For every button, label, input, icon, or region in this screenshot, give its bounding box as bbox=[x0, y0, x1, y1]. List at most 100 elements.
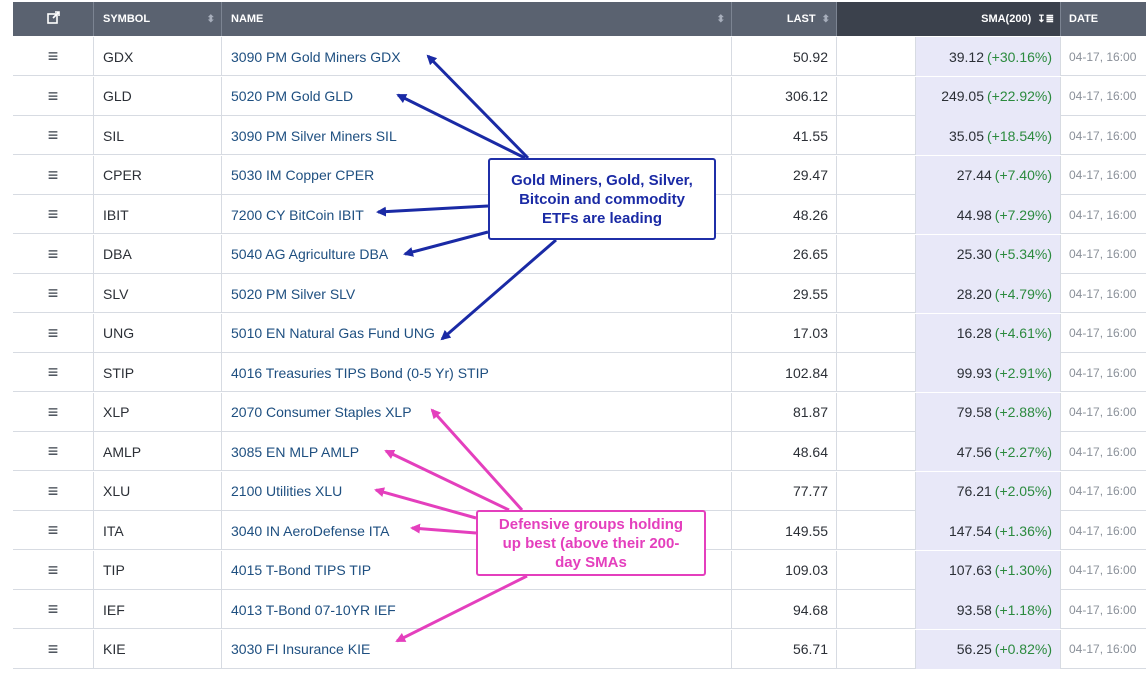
row-menu-icon[interactable]: ≡ bbox=[13, 353, 94, 392]
spacer-cell bbox=[837, 76, 916, 116]
popout-column-header[interactable] bbox=[13, 2, 94, 36]
row-menu-icon[interactable]: ≡ bbox=[13, 274, 94, 313]
popout-icon[interactable] bbox=[46, 11, 60, 27]
symbol-text: IBIT bbox=[103, 206, 129, 223]
symbol-cell: IEF bbox=[94, 590, 222, 629]
row-menu-icon[interactable]: ≡ bbox=[13, 432, 94, 471]
symbol-cell: ITA bbox=[94, 511, 222, 550]
spacer-cell bbox=[837, 274, 916, 313]
name-link[interactable]: 3085 EN MLP AMLP bbox=[231, 444, 359, 460]
symbol-column-header[interactable]: SYMBOL ⬍ bbox=[94, 2, 222, 36]
name-column-header[interactable]: NAME ⬍ bbox=[222, 2, 732, 36]
symbol-cell: GDX bbox=[94, 37, 222, 76]
sort-descending-icon[interactable]: ↧≣ bbox=[1037, 14, 1054, 25]
table-row[interactable]: ≡ AMLP 3085 EN MLP AMLP 48.64 47.56 (+2.27%) 0… bbox=[13, 432, 1146, 471]
name-link[interactable]: 3090 PM Gold Miners GDX bbox=[231, 49, 401, 65]
name-cell[interactable]: 5010 EN Natural Gas Fund UNG bbox=[222, 313, 732, 353]
name-link[interactable]: 7200 CY BitCoin IBIT bbox=[231, 207, 364, 223]
row-menu-icon[interactable]: ≡ bbox=[13, 234, 94, 274]
last-column-header[interactable]: LAST ⬍ bbox=[732, 2, 837, 36]
sma-cell: 93.58 (+1.18%) bbox=[916, 590, 1061, 629]
name-cell[interactable]: 5020 PM Silver SLV bbox=[222, 274, 732, 313]
sma-cell: 35.05 (+18.54%) bbox=[916, 116, 1061, 155]
date-cell: 04-17, 16:00 bbox=[1061, 156, 1146, 195]
row-menu-icon[interactable]: ≡ bbox=[13, 550, 94, 590]
date-column-header[interactable]: DATE bbox=[1061, 2, 1146, 36]
sort-icon[interactable]: ⬍ bbox=[207, 14, 215, 25]
sort-icon[interactable]: ⬍ bbox=[717, 14, 725, 25]
table-row[interactable]: ≡ XLP 2070 Consumer Staples XLP 81.87 79.58(… bbox=[13, 392, 1146, 432]
sma-cell: 99.93 (+2.91%) bbox=[916, 353, 1061, 392]
table-row[interactable]: ≡ UNG 5010 EN Natural Gas Fund UNG 17.03 16.… bbox=[13, 313, 1146, 353]
sma-percent: (+18.54%) bbox=[987, 127, 1052, 144]
table-row[interactable]: ≡ SLV 5020 PM Silver SLV 29.55 28.20 (+4.79%)… bbox=[13, 274, 1146, 313]
symbol-cell: XLU bbox=[94, 471, 222, 511]
name-cell[interactable]: 2070 Consumer Staples XLP bbox=[222, 392, 732, 432]
last-value: 26.65 bbox=[792, 246, 828, 262]
sma-column-header[interactable]: SMA(200) ↧≣ bbox=[837, 2, 1061, 36]
name-link[interactable]: 4013 T-Bond 07-10YR IEF bbox=[231, 602, 396, 618]
row-menu-icon[interactable]: ≡ bbox=[13, 116, 94, 155]
symbol-text: GLD bbox=[103, 88, 132, 104]
leaders-callout-text: Gold Miners, Gold, Silver, Bitcoin and c… bbox=[511, 171, 693, 227]
sma-percent: (+22.92%) bbox=[987, 88, 1052, 104]
name-cell[interactable]: 3030 FI Insurance KIE bbox=[222, 629, 732, 669]
name-cell[interactable]: 2100 Utilities XLU bbox=[222, 471, 732, 511]
date-cell: 04-17, 16:00 bbox=[1061, 393, 1146, 432]
name-cell[interactable]: 5020 PM Gold GLD bbox=[222, 76, 732, 116]
name-cell[interactable]: 4013 T-Bond 07-10YR IEF bbox=[222, 590, 732, 629]
name-link[interactable]: 5020 PM Gold GLD bbox=[231, 88, 353, 104]
date-cell: 04-17, 16:00 bbox=[1061, 37, 1146, 76]
date-text: 04-17, 16:00 bbox=[1069, 365, 1137, 380]
row-menu-icon[interactable]: ≡ bbox=[13, 37, 94, 76]
table-row[interactable]: ≡ GLD 5020 PM Gold GLD 306.12 249.05 (+22.92%… bbox=[13, 76, 1146, 116]
row-menu-icon[interactable]: ≡ bbox=[13, 629, 94, 669]
name-link[interactable]: 2070 Consumer Staples XLP bbox=[231, 404, 412, 420]
symbol-cell: DBA bbox=[94, 234, 222, 274]
table-row[interactable]: ≡ IEF 4013 T-Bond 07-10YR IEF 94.68 93.58 (+1… bbox=[13, 590, 1146, 629]
row-menu-icon[interactable]: ≡ bbox=[13, 392, 94, 432]
sma-value: 79.58 bbox=[956, 404, 992, 420]
table-row[interactable]: ≡ STIP 4016 Treasuries TIPS Bond (0-5 Yr) … bbox=[13, 353, 1146, 392]
row-menu-icon[interactable]: ≡ bbox=[13, 195, 94, 234]
table-row[interactable]: ≡ XLU 2100 Utilities XLU 77.77 76.21 (+2.05%)… bbox=[13, 471, 1146, 511]
symbol-cell: XLP bbox=[94, 392, 222, 432]
name-link[interactable]: 5020 PM Silver SLV bbox=[231, 286, 355, 302]
table-row[interactable]: ≡ KIE 3030 FI Insurance KIE 56.71 56.25 (+0.8… bbox=[13, 629, 1146, 669]
name-link[interactable]: 4015 T-Bond TIPS TIP bbox=[231, 562, 371, 578]
spacer-cell bbox=[837, 116, 916, 155]
last-cell: 81.87 bbox=[732, 392, 837, 432]
sma-value: 25.30 bbox=[956, 246, 992, 262]
name-cell[interactable]: 3090 PM Gold Miners GDX bbox=[222, 37, 732, 76]
last-cell: 26.65 bbox=[732, 234, 837, 274]
spacer-cell bbox=[837, 511, 916, 550]
name-link[interactable]: 3040 IN AeroDefense ITA bbox=[231, 523, 390, 539]
name-link[interactable]: 2100 Utilities XLU bbox=[231, 483, 342, 499]
name-link[interactable]: 5040 AG Agriculture DBA bbox=[231, 246, 388, 262]
name-cell[interactable]: 5040 AG Agriculture DBA bbox=[222, 234, 732, 274]
name-link[interactable]: 5010 EN Natural Gas Fund UNG bbox=[231, 325, 435, 341]
last-value: 149.55 bbox=[785, 522, 828, 539]
table-row[interactable]: ≡ DBA 5040 AG Agriculture DBA 26.65 25.30 (+5… bbox=[13, 234, 1146, 274]
last-cell: 306.12 bbox=[732, 76, 837, 116]
name-cell[interactable]: 3090 PM Silver Miners SIL bbox=[222, 116, 732, 155]
row-menu-icon[interactable]: ≡ bbox=[13, 471, 94, 511]
last-value: 29.55 bbox=[792, 285, 828, 302]
table-row[interactable]: ≡ GDX 3090 PM Gold Miners GDX 50.92 39.12 (+3… bbox=[13, 37, 1146, 76]
row-menu-icon[interactable]: ≡ bbox=[13, 511, 94, 550]
date-cell: 04-17, 16:00 bbox=[1061, 630, 1146, 669]
row-menu-icon[interactable]: ≡ bbox=[13, 76, 94, 116]
row-menu-icon[interactable]: ≡ bbox=[13, 313, 94, 353]
sma-value: 93.58 bbox=[956, 601, 992, 618]
table-row[interactable]: ≡ SIL 3090 PM Silver Miners SIL 41.55 35.05(… bbox=[13, 116, 1146, 155]
name-cell[interactable]: 3085 EN MLP AMLP bbox=[222, 432, 732, 471]
row-menu-icon[interactable]: ≡ bbox=[13, 590, 94, 629]
name-link[interactable]: 5030 IM Copper CPER bbox=[231, 167, 374, 183]
last-value: 50.92 bbox=[792, 48, 828, 65]
name-link[interactable]: 4016 Treasuries TIPS Bond (0-5 Yr) STIP bbox=[231, 365, 489, 381]
name-cell[interactable]: 4016 Treasuries TIPS Bond (0-5 Yr) STIP bbox=[222, 353, 732, 392]
row-menu-icon[interactable]: ≡ bbox=[13, 155, 94, 195]
sort-icon[interactable]: ⬍ bbox=[822, 14, 830, 25]
name-link[interactable]: 3030 FI Insurance KIE bbox=[231, 641, 370, 657]
name-link[interactable]: 3090 PM Silver Miners SIL bbox=[231, 128, 397, 144]
